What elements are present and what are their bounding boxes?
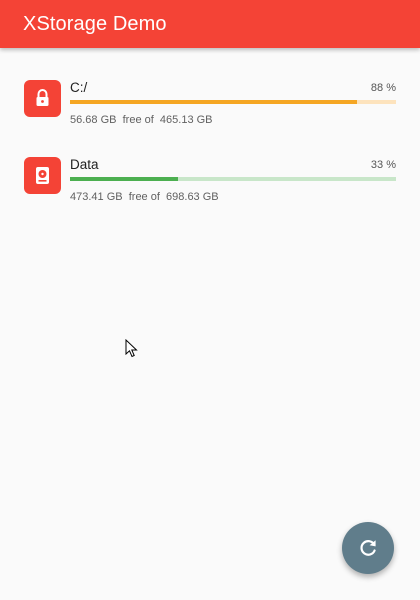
total-space: 465.13 GB — [159, 114, 213, 126]
usage-bar-track — [70, 100, 396, 104]
refresh-icon — [360, 540, 376, 556]
app-bar: XStorage Demo — [0, 0, 420, 48]
free-space: 473.41 GB — [70, 191, 123, 203]
drive-name: C:/ — [70, 80, 88, 95]
drive-usage-percent: 88 % — [370, 82, 396, 94]
drive-space-info: 473.41 GB free of 698.63 GB — [70, 191, 219, 203]
mouse-cursor-icon — [125, 339, 138, 358]
usage-bar-fill — [70, 100, 357, 104]
app-title: XStorage Demo — [23, 13, 167, 35]
free-of-label: free of — [122, 114, 154, 126]
drive-space-info: 56.68 GB free of 465.13 GB — [70, 114, 213, 126]
drive-item-data[interactable]: Data 33 % 473.41 GB free of 698.63 GB — [0, 157, 420, 213]
usage-bar-fill — [70, 177, 178, 181]
total-space: 698.63 GB — [166, 191, 219, 203]
hard-drive-icon — [24, 157, 61, 194]
free-space: 56.68 GB — [70, 114, 117, 126]
usage-bar-track — [70, 177, 396, 181]
lock-icon — [24, 80, 61, 117]
refresh-button[interactable] — [342, 522, 394, 574]
drive-item-c[interactable]: C:/ 88 % 56.68 GB free of 465.13 GB — [0, 80, 420, 136]
free-of-label: free of — [128, 191, 160, 203]
drive-usage-percent: 33 % — [370, 159, 396, 171]
drive-name: Data — [70, 157, 99, 172]
